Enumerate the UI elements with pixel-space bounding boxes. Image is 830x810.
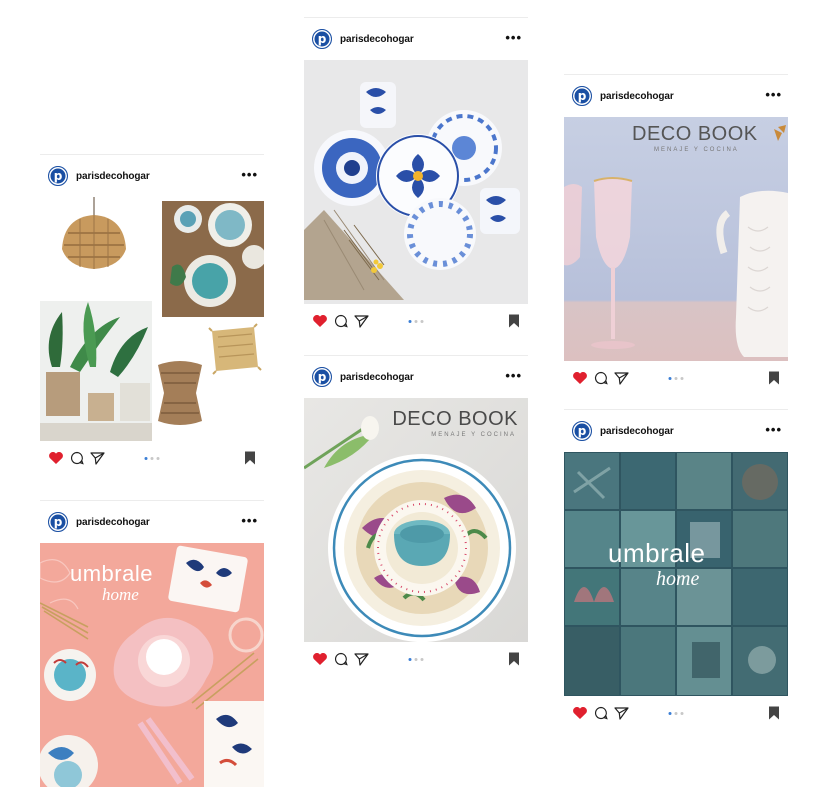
avatar[interactable]: p xyxy=(312,367,332,387)
carousel-dots xyxy=(144,456,160,460)
carousel-dot xyxy=(674,376,678,380)
post-card: p parisdecohogar ••• umbrale home xyxy=(40,500,264,787)
post-header: p parisdecohogar ••• xyxy=(564,75,788,117)
carousel-dot xyxy=(414,319,418,323)
more-options-icon[interactable]: ••• xyxy=(241,168,258,185)
share-icon[interactable] xyxy=(354,652,369,666)
post-image[interactable] xyxy=(40,197,264,441)
deco-book-subtitle: MENAJE Y COCINA xyxy=(654,147,739,153)
heart-icon[interactable] xyxy=(312,652,328,666)
brand-logo-home: home xyxy=(102,585,139,604)
carousel-dot xyxy=(680,376,684,380)
comment-icon[interactable] xyxy=(334,314,348,328)
glassware-image xyxy=(564,117,788,361)
carousel-dot-active xyxy=(408,319,412,323)
blue-plates-image xyxy=(304,60,528,304)
brand-logo-umbrale: umbrale xyxy=(70,561,153,586)
bookmark-icon[interactable] xyxy=(768,371,780,385)
post-actions xyxy=(304,642,528,676)
avatar[interactable]: p xyxy=(48,512,68,532)
carousel-dot-active xyxy=(668,376,672,380)
post-image[interactable]: umbrale home xyxy=(564,452,788,696)
share-icon[interactable] xyxy=(354,314,369,328)
heart-icon[interactable] xyxy=(572,706,588,720)
bookmark-icon[interactable] xyxy=(508,652,520,666)
bookmark-icon[interactable] xyxy=(244,451,256,465)
deco-book-title: DECO BOOK xyxy=(392,408,518,430)
username[interactable]: parisdecohogar xyxy=(600,426,765,437)
more-options-icon[interactable]: ••• xyxy=(765,88,782,105)
post-card: p parisdecohogar ••• xyxy=(304,17,528,338)
deco-book-subtitle: MENAJE Y COCINA xyxy=(431,432,516,438)
heart-icon[interactable] xyxy=(572,371,588,385)
more-options-icon[interactable]: ••• xyxy=(765,423,782,440)
post-header: p parisdecohogar ••• xyxy=(40,155,264,197)
post-card: p parisdecohogar ••• xyxy=(564,409,788,730)
post-actions xyxy=(564,361,788,395)
post-image[interactable] xyxy=(304,60,528,304)
avatar[interactable]: p xyxy=(48,166,68,186)
username[interactable]: parisdecohogar xyxy=(600,91,765,102)
bookmark-icon[interactable] xyxy=(508,314,520,328)
username[interactable]: parisdecohogar xyxy=(76,171,241,182)
post-header: p parisdecohogar ••• xyxy=(304,18,528,60)
username[interactable]: parisdecohogar xyxy=(340,34,505,45)
comment-icon[interactable] xyxy=(594,371,608,385)
heart-icon[interactable] xyxy=(312,314,328,328)
carousel-dots xyxy=(668,376,684,380)
carousel-dot xyxy=(680,711,684,715)
comment-icon[interactable] xyxy=(334,652,348,666)
post-image[interactable]: DECO BOOK MENAJE Y COCINA xyxy=(564,117,788,361)
post-image[interactable]: DECO BOOK MENAJE Y COCINA xyxy=(304,398,528,642)
carousel-dot xyxy=(414,657,418,661)
bookmark-icon[interactable] xyxy=(768,706,780,720)
carousel-dots xyxy=(408,319,424,323)
post-card: p parisdecohogar ••• xyxy=(40,154,264,475)
carousel-dot-active xyxy=(144,456,148,460)
post-actions xyxy=(304,304,528,338)
post-image[interactable]: umbrale home xyxy=(40,543,264,787)
carousel-dot xyxy=(156,456,160,460)
post-card: p parisdecohogar ••• DECO BOOK MENAJE Y … xyxy=(304,355,528,676)
brand-logo-home: home xyxy=(656,568,700,590)
post-actions xyxy=(40,441,264,475)
carousel-dot xyxy=(420,319,424,323)
deco-book-title: DECO BOOK xyxy=(632,123,758,145)
avatar[interactable]: p xyxy=(312,29,332,49)
carousel-dot xyxy=(420,657,424,661)
share-icon[interactable] xyxy=(614,706,629,720)
collage-image xyxy=(40,197,264,441)
share-icon[interactable] xyxy=(614,371,629,385)
carousel-dot xyxy=(674,711,678,715)
carousel-dots xyxy=(408,657,424,661)
post-header: p parisdecohogar ••• xyxy=(304,356,528,398)
more-options-icon[interactable]: ••• xyxy=(505,369,522,386)
comment-icon[interactable] xyxy=(594,706,608,720)
comment-icon[interactable] xyxy=(70,451,84,465)
more-options-icon[interactable]: ••• xyxy=(505,31,522,48)
post-actions xyxy=(564,696,788,730)
carousel-dot-active xyxy=(668,711,672,715)
post-header: p parisdecohogar ••• xyxy=(564,410,788,452)
carousel-dot-active xyxy=(408,657,412,661)
more-options-icon[interactable]: ••• xyxy=(241,514,258,531)
avatar[interactable]: p xyxy=(572,421,592,441)
avatar[interactable]: p xyxy=(572,86,592,106)
carousel-dot xyxy=(150,456,154,460)
username[interactable]: parisdecohogar xyxy=(76,517,241,528)
carousel-dots xyxy=(668,711,684,715)
heart-icon[interactable] xyxy=(48,451,64,465)
brand-logo-umbrale: umbrale xyxy=(608,538,706,568)
post-card: p parisdecohogar ••• DECO BOOK MENAJE Y … xyxy=(564,74,788,395)
post-header: p parisdecohogar ••• xyxy=(40,501,264,543)
share-icon[interactable] xyxy=(90,451,105,465)
username[interactable]: parisdecohogar xyxy=(340,372,505,383)
